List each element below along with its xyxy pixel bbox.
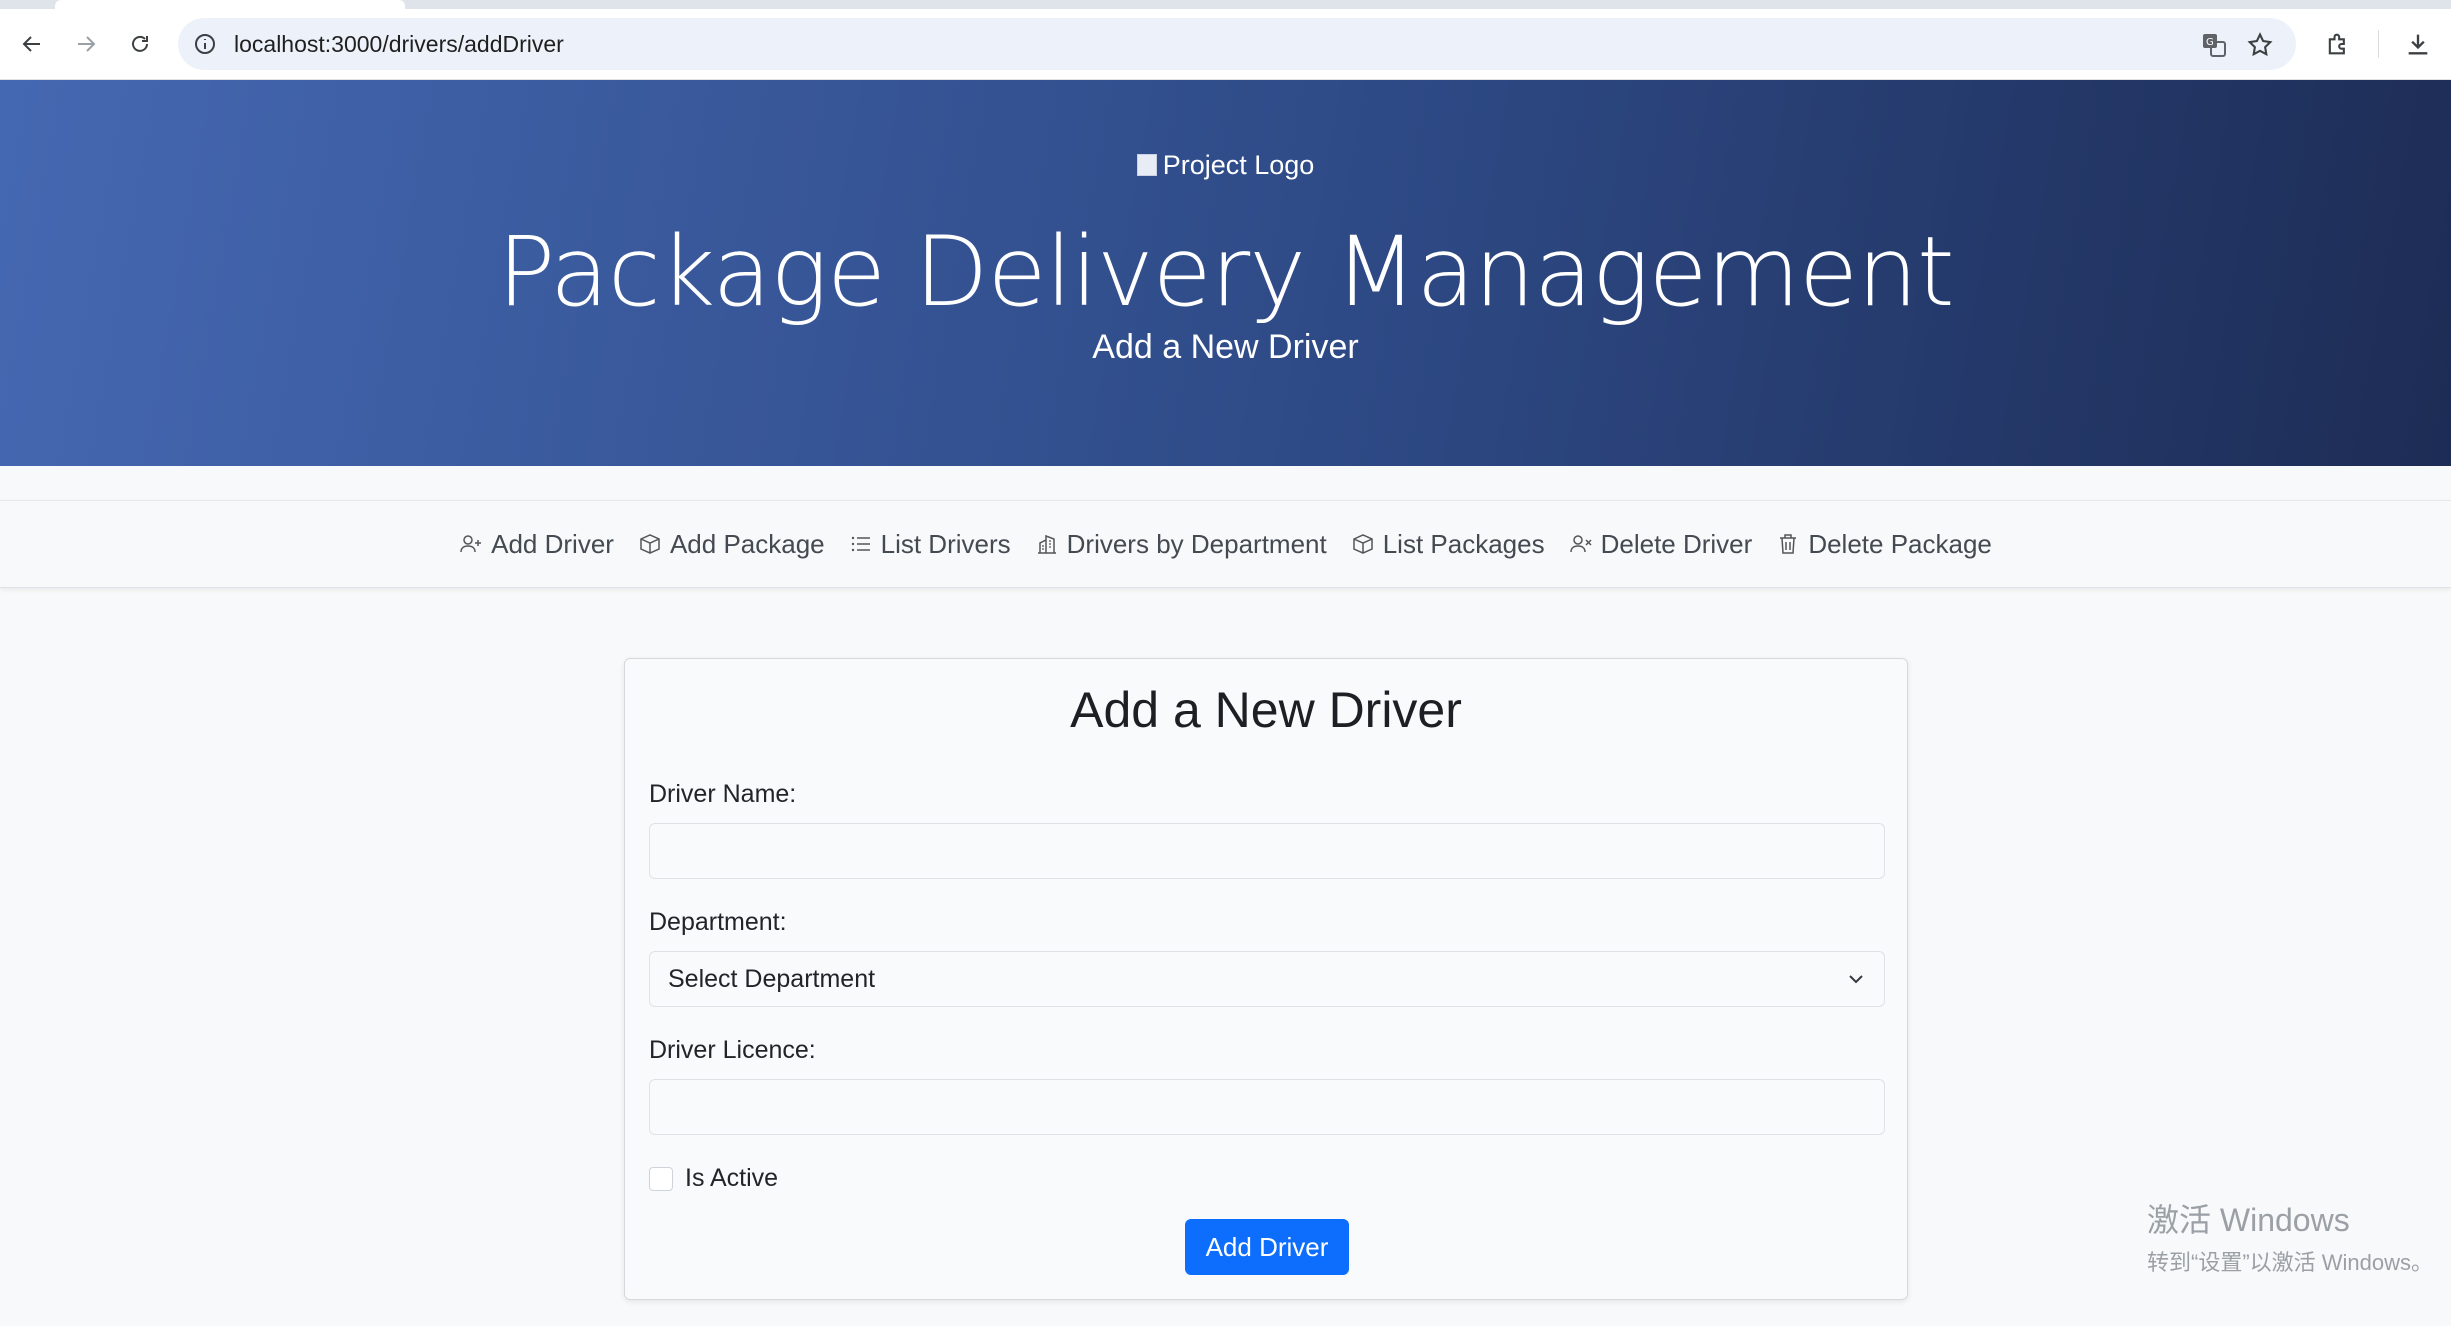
tab-strip — [0, 0, 2451, 9]
list-icon — [851, 536, 870, 552]
translate-icon[interactable]: G — [2200, 31, 2228, 59]
page-title: Package Delivery Management — [497, 216, 1954, 328]
bookmark-star-icon[interactable] — [2246, 31, 2274, 59]
extensions-icon[interactable] — [2318, 24, 2358, 64]
watermark-line-2: 转到“设置”以激活 Windows。 — [2147, 1250, 2434, 1275]
nav-label: Add Driver — [491, 528, 614, 559]
is-active-label[interactable]: Is Active — [685, 1164, 778, 1193]
department-label: Department: — [649, 908, 787, 936]
trash-icon — [1780, 534, 1797, 554]
nav-label: List Packages — [1382, 528, 1545, 559]
svg-text:G: G — [2206, 37, 2214, 48]
nav-delete-package[interactable]: Delete Package — [1764, 529, 2004, 560]
nav-add-driver[interactable]: Add Driver — [447, 529, 626, 560]
watermark-line-1: 激活 Windows — [2147, 1202, 2350, 1238]
driver-licence-label: Driver Licence: — [649, 1036, 816, 1064]
nav-label: Delete Package — [1808, 528, 1992, 559]
main-nav: Add Driver Add Package List Drivers Driv… — [0, 500, 2451, 588]
nav-drivers-by-department[interactable]: Drivers by Department — [1023, 529, 1339, 560]
add-driver-button[interactable]: Add Driver — [1185, 1219, 1349, 1275]
department-select[interactable]: Select Department — [649, 951, 1885, 1007]
windows-activation-watermark: 激活 Windows 转到“设置”以激活 Windows。 — [2147, 1195, 2433, 1277]
driver-licence-input[interactable] — [649, 1079, 1885, 1135]
nav-list-drivers[interactable]: List Drivers — [837, 529, 1023, 560]
nav-list-packages[interactable]: List Packages — [1339, 529, 1557, 560]
toolbar-divider — [2378, 30, 2379, 58]
department-selected-value: Select Department — [668, 964, 876, 993]
building-icon — [1037, 534, 1056, 554]
person-plus-icon — [460, 535, 482, 553]
driver-name-input[interactable] — [649, 823, 1885, 879]
address-bar[interactable]: localhost:3000/drivers/addDriver G — [178, 18, 2296, 70]
nav-add-package[interactable]: Add Package — [626, 529, 837, 560]
url-text[interactable]: localhost:3000/drivers/addDriver — [234, 31, 564, 58]
box-icon — [1352, 534, 1373, 554]
nav-label: Add Package — [669, 528, 825, 559]
forward-icon[interactable] — [66, 24, 106, 64]
logo-alt-text: Project Logo — [1162, 150, 1315, 180]
box-icon — [640, 534, 660, 554]
project-logo: Project Logo — [0, 150, 2451, 181]
reload-icon[interactable] — [120, 24, 160, 64]
nav-delete-driver[interactable]: Delete Driver — [1557, 529, 1765, 560]
site-info-icon[interactable] — [192, 31, 218, 57]
nav-label: Drivers by Department — [1066, 528, 1327, 559]
broken-image-icon — [1136, 154, 1157, 176]
nav-label: List Drivers — [880, 528, 1011, 559]
driver-name-label: Driver Name: — [649, 780, 797, 808]
active-tab[interactable] — [55, 0, 405, 9]
nav-label: Delete Driver — [1600, 528, 1753, 559]
browser-toolbar: localhost:3000/drivers/addDriver G — [0, 0, 2451, 80]
form-title: Add a New Driver — [1070, 682, 1462, 738]
is-active-checkbox[interactable] — [649, 1167, 673, 1191]
hero-header: Project Logo Package Delivery Management… — [0, 80, 2451, 466]
back-icon[interactable] — [12, 24, 52, 64]
add-driver-card: Add a New Driver Driver Name: Department… — [624, 658, 1908, 1300]
chevron-down-icon — [1849, 975, 1863, 984]
person-x-icon — [1569, 535, 1592, 553]
download-icon[interactable] — [2398, 24, 2438, 64]
page-subtitle: Add a New Driver — [1092, 328, 1359, 366]
